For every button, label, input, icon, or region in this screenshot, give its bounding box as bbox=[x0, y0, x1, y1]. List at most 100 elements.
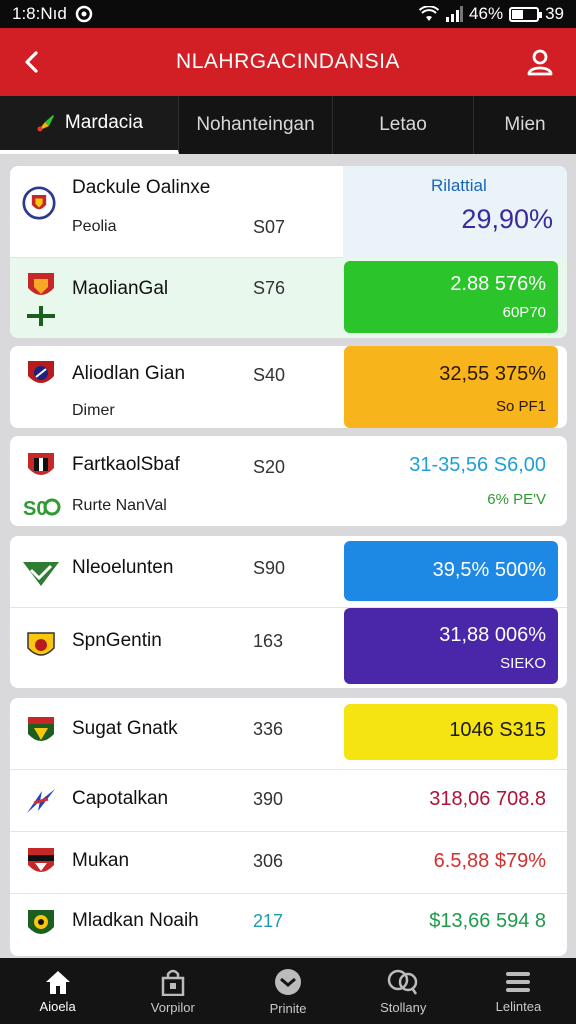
nav-shop[interactable]: Vorpilor bbox=[115, 958, 230, 1024]
nav-label: Vorpilor bbox=[150, 999, 195, 1015]
badge-main: 6.5,88 $79% bbox=[433, 850, 546, 872]
table-row[interactable]: MaolianGal S76 2.88 576% 60P70 bbox=[10, 258, 567, 338]
team-points: 306 bbox=[253, 851, 284, 871]
tab-mien[interactable]: Mien bbox=[474, 96, 576, 154]
status-extra: 39 bbox=[545, 4, 564, 23]
team-sub: Peolia bbox=[72, 218, 117, 235]
chat-icon bbox=[387, 969, 418, 995]
tab-nohanteingan[interactable]: Nohanteingan bbox=[179, 96, 333, 154]
page-title: NLAHRGACINDANSIA bbox=[176, 50, 400, 73]
badge-main: 318,06 708.8 bbox=[429, 788, 546, 810]
score-badge: 39,5% 500% bbox=[344, 541, 558, 601]
team-name: FartkaolSbaf bbox=[72, 454, 180, 475]
team-name: Nleoelunten bbox=[72, 557, 174, 578]
team-points: 390 bbox=[253, 789, 284, 809]
team-crest-icon bbox=[24, 628, 58, 666]
table-row[interactable]: Mukan 306 6.5,88 $79% bbox=[10, 832, 567, 894]
table-row[interactable]: Nleoelunten S90 39,5% 500% bbox=[10, 536, 567, 608]
battery-icon bbox=[509, 6, 543, 22]
score-badge: 6.5,88 $79% bbox=[344, 832, 558, 894]
table-row[interactable]: Aliodlan Gian Dimer S40 32,55 375% So PF… bbox=[10, 346, 567, 428]
badge-main: 32,55 375% bbox=[439, 363, 546, 385]
team-sub: Rurte NanVal bbox=[72, 497, 167, 514]
tab-mardacia[interactable]: Mardacia bbox=[0, 96, 179, 154]
standings-group-5: Sugat Gnatk 336 1046 S315 Capotalkan 390… bbox=[10, 698, 567, 956]
tab-label: Mien bbox=[504, 114, 546, 135]
chevron-left-icon bbox=[25, 51, 38, 73]
battery-percent: 46% bbox=[469, 4, 504, 23]
nav-label: Aioela bbox=[39, 998, 76, 1014]
brush-icon bbox=[37, 115, 54, 132]
user-icon bbox=[527, 49, 553, 76]
team-crest-icon bbox=[24, 844, 58, 882]
badge-small: So PF1 bbox=[495, 398, 546, 415]
arrow-logo-icon bbox=[24, 782, 58, 820]
standings-group-1: Dackule Oalinxe Peolia S07 Rilattial 29,… bbox=[10, 166, 567, 338]
team-crest-icon bbox=[24, 448, 58, 486]
badge-main: 31,88 006% bbox=[439, 624, 546, 646]
nav-menu[interactable]: Lelintea bbox=[461, 958, 576, 1024]
nav-label: Prinite bbox=[269, 1000, 307, 1016]
team-name: SpnGentin bbox=[72, 630, 162, 651]
club-logo-icon: S0 bbox=[20, 494, 62, 520]
team-name: Mladkan Noaih bbox=[72, 910, 199, 931]
notification-icon bbox=[75, 5, 93, 23]
team-points: S40 bbox=[253, 365, 286, 385]
bag-icon bbox=[161, 969, 185, 996]
score-badge: 1046 S315 bbox=[344, 704, 558, 760]
table-row[interactable]: Capotalkan 390 318,06 708.8 bbox=[10, 770, 567, 832]
team-crest-icon bbox=[24, 268, 58, 306]
badge-main: 39,5% 500% bbox=[432, 559, 546, 581]
team-name: Aliodlan Gian bbox=[72, 363, 186, 384]
team-name: Capotalkan bbox=[72, 788, 169, 809]
tab-letao[interactable]: Letao bbox=[333, 96, 474, 154]
team-points: S90 bbox=[253, 558, 286, 578]
team-crest-icon bbox=[24, 906, 58, 944]
menu-icon bbox=[506, 971, 531, 992]
back-button[interactable] bbox=[14, 44, 50, 80]
nav-label: Stollany bbox=[380, 999, 427, 1015]
featured-row[interactable]: Dackule Oalinxe Peolia S07 Rilattial 29,… bbox=[10, 166, 567, 258]
standings-group-2: Aliodlan Gian Dimer S40 32,55 375% So PF… bbox=[10, 346, 567, 428]
tab-label: Letao bbox=[379, 114, 427, 135]
table-row[interactable]: S0 FartkaolSbaf Rurte NanVal S20 31-35,5… bbox=[10, 436, 567, 526]
score-badge: $13,66 594 8 bbox=[344, 894, 558, 956]
badge-small: 6% PE'V bbox=[487, 491, 546, 508]
score-badge: 31-35,56 S6,00 6% PE'V bbox=[344, 436, 558, 526]
standings-group-4: Nleoelunten S90 39,5% 500% SpnGentin 163… bbox=[10, 536, 567, 688]
wifi-icon bbox=[419, 6, 440, 22]
flag-icon bbox=[24, 304, 58, 328]
signal-icon bbox=[445, 6, 464, 22]
badge-small: 60P70 bbox=[502, 304, 546, 321]
score-badge: 2.88 576% 60P70 bbox=[344, 261, 558, 333]
nav-chat[interactable]: Stollany bbox=[346, 958, 461, 1024]
score-badge: 32,55 375% So PF1 bbox=[344, 346, 558, 428]
nav-home[interactable]: Aioela bbox=[0, 958, 115, 1024]
score-badge: 318,06 708.8 bbox=[344, 770, 558, 832]
table-row[interactable]: Sugat Gnatk 336 1046 S315 bbox=[10, 698, 567, 770]
badge-main: 1046 S315 bbox=[449, 719, 546, 741]
badge-main: 2.88 576% bbox=[450, 273, 546, 295]
badge-main: $13,66 594 8 bbox=[429, 910, 546, 932]
team-crest-icon bbox=[24, 713, 58, 751]
nav-label: Lelintea bbox=[495, 998, 542, 1014]
nav-matches[interactable]: Prinite bbox=[230, 958, 345, 1024]
score-badge: 31,88 006% SIEKO bbox=[344, 608, 558, 684]
team-name: MaolianGal bbox=[72, 278, 169, 299]
team-points: S20 bbox=[253, 457, 286, 477]
status-time: 1:8:Nıd bbox=[12, 4, 67, 23]
team-points: S07 bbox=[253, 217, 286, 237]
team-points: 217 bbox=[253, 911, 284, 931]
badge-main: 31-35,56 S6,00 bbox=[409, 454, 546, 476]
app-bar: NLAHRGACINDANSIA bbox=[0, 28, 576, 96]
profile-button[interactable] bbox=[522, 44, 558, 80]
table-row[interactable]: SpnGentin 163 31,88 006% SIEKO bbox=[10, 608, 567, 688]
tab-label: Mardacia bbox=[64, 112, 144, 133]
table-row[interactable]: Mladkan Noaih 217 $13,66 594 8 bbox=[10, 894, 567, 956]
team-points: S76 bbox=[253, 278, 286, 298]
team-points: 163 bbox=[253, 631, 284, 651]
checkmark-icon bbox=[20, 554, 62, 592]
team-sub: Dimer bbox=[72, 402, 115, 419]
home-icon bbox=[45, 970, 70, 994]
team-name: Sugat Gnatk bbox=[72, 718, 178, 739]
